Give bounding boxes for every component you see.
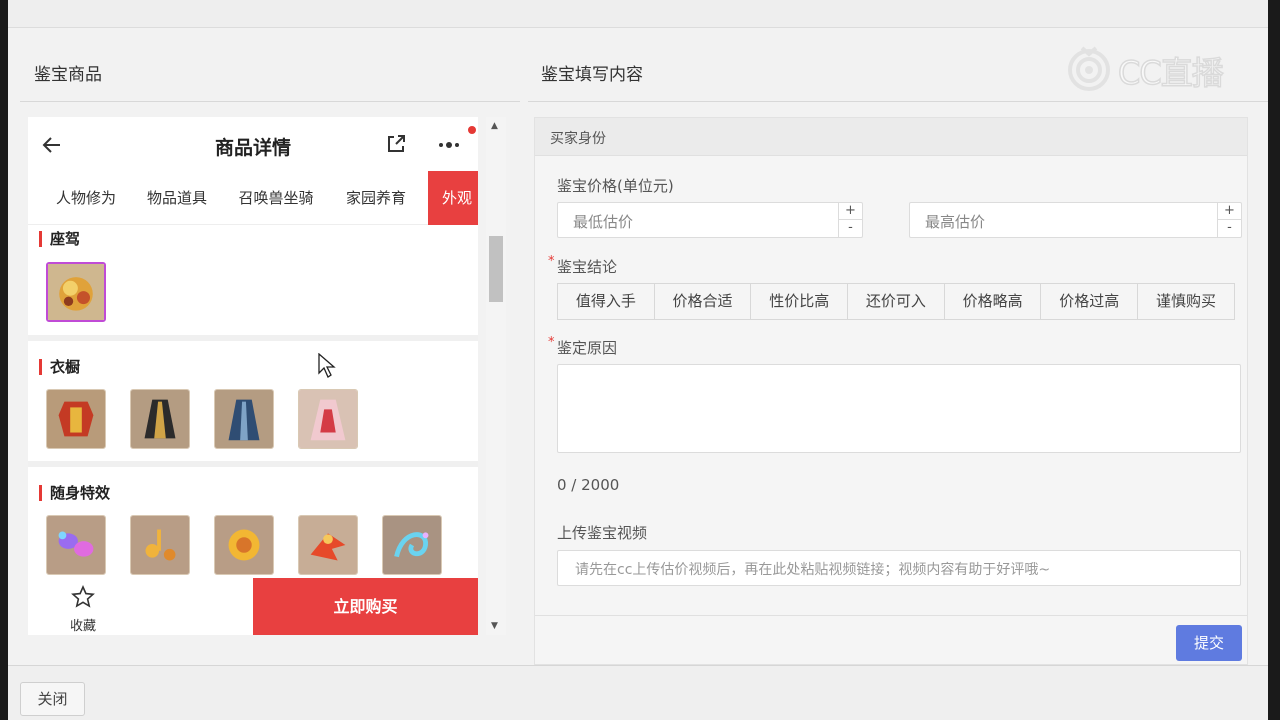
conclusion-options: 值得入手 价格合适 性价比高 还价可入 价格略高 价格过高 谨慎购买 — [557, 283, 1235, 320]
product-detail-preview: 商品详情 人物修为 物品道具 召唤兽坐骑 家园养育 外观 座驾 衣橱 随身特效 … — [28, 117, 478, 635]
buyer-identity-label: 买家身份 — [550, 131, 606, 147]
mouse-cursor-icon — [318, 352, 336, 379]
phone-page-title: 商品详情 — [214, 137, 291, 159]
reason-label: 鉴定原因 — [548, 335, 617, 358]
outfit-pink-dress-icon[interactable] — [298, 389, 358, 449]
effect-golden-flower-icon[interactable] — [214, 515, 274, 575]
phone-header: 商品详情 — [28, 117, 478, 171]
share-icon[interactable] — [385, 133, 407, 155]
outfit-red-armor-icon[interactable] — [46, 389, 106, 449]
tab-summons[interactable]: 召唤兽坐骑 — [228, 171, 324, 225]
conclusion-option-buy-cautiously[interactable]: 谨慎购买 — [1137, 283, 1235, 320]
section-title-mount: 座驾 — [39, 231, 80, 247]
reason-char-counter: 0 / 2000 — [557, 476, 620, 494]
min-price-placeholder: 最低估价 — [573, 213, 634, 231]
effect-blue-swirl-icon[interactable] — [382, 515, 442, 575]
conclusion-label: 鉴宝结论 — [548, 254, 617, 277]
video-link-placeholder: 请先在cc上传估价视频后，再在此处粘贴视频链接；视频内容有助于好评哦~ — [575, 562, 1051, 578]
max-price-input[interactable]: 最高估价 + - — [909, 202, 1242, 238]
section-title-wardrobe: 衣橱 — [39, 359, 80, 375]
conclusion-option-too-high[interactable]: 价格过高 — [1040, 283, 1139, 320]
price-label: 鉴宝价格(单位元) — [557, 177, 674, 195]
tab-appearance[interactable]: 外观 — [428, 171, 478, 225]
left-title-divider — [20, 101, 520, 102]
conclusion-option-worth-buying[interactable]: 值得入手 — [557, 283, 655, 320]
outfit-blue-robe-icon[interactable] — [214, 389, 274, 449]
left-panel-title: 鉴宝商品 — [34, 65, 102, 85]
right-title-divider — [528, 101, 1268, 102]
watermark-text: CC直播 — [1117, 53, 1224, 93]
reason-textarea[interactable] — [557, 364, 1241, 453]
conclusion-option-buy-after-bargain[interactable]: 还价可入 — [847, 283, 945, 320]
scroll-down-arrow-icon[interactable]: ▼ — [491, 621, 498, 631]
buy-now-button[interactable]: 立即购买 — [253, 578, 478, 635]
tab-character[interactable]: 人物修为 — [46, 171, 126, 225]
min-price-input[interactable]: 最低估价 + - — [557, 202, 863, 238]
more-options-icon[interactable] — [437, 135, 465, 155]
submit-button[interactable]: 提交 — [1176, 625, 1242, 661]
form-divider — [535, 615, 1247, 616]
tab-homestead[interactable]: 家园养育 — [334, 171, 418, 225]
preview-scrollbar[interactable]: ▲ ▼ — [486, 117, 506, 635]
outfit-black-gold-robe-icon[interactable] — [130, 389, 190, 449]
min-price-decrement-button[interactable]: - — [839, 220, 862, 237]
favorite-label: 收藏 — [69, 619, 96, 634]
max-price-placeholder: 最高估价 — [925, 213, 986, 231]
conclusion-option-fair-price[interactable]: 价格合适 — [653, 283, 752, 320]
video-link-input[interactable]: 请先在cc上传估价视频后，再在此处粘贴视频链接；视频内容有助于好评哦~ — [557, 550, 1241, 586]
effect-music-notes-icon[interactable] — [130, 515, 190, 575]
conclusion-option-good-value[interactable]: 性价比高 — [750, 283, 849, 320]
conclusion-option-slightly-high[interactable]: 价格略高 — [943, 283, 1042, 320]
notification-dot — [468, 126, 476, 134]
cc-watermark: CC直播 — [1064, 44, 1234, 93]
effect-fire-bird-icon[interactable] — [298, 515, 358, 575]
right-panel-title: 鉴宝填写内容 — [541, 65, 643, 85]
video-label: 上传鉴宝视频 — [557, 524, 648, 542]
category-tabs: 人物修为 物品道具 召唤兽坐骑 家园养育 外观 — [28, 171, 478, 225]
appearance-content: 座驾 衣橱 随身特效 — [28, 225, 478, 578]
close-button[interactable]: 关闭 — [20, 682, 85, 716]
max-price-decrement-button[interactable]: - — [1218, 220, 1241, 237]
effect-butterfly-icon[interactable] — [46, 515, 106, 575]
buyer-identity-header: 买家身份 — [535, 118, 1247, 156]
favorite-button[interactable]: 收藏 — [66, 585, 100, 634]
max-price-increment-button[interactable]: + — [1218, 203, 1241, 220]
scroll-thumb[interactable] — [489, 236, 503, 302]
dialog-footer: 关闭 — [8, 665, 1268, 720]
mount-golden-lion-icon[interactable] — [46, 262, 106, 322]
star-icon — [66, 585, 100, 615]
top-strip — [8, 0, 1268, 28]
effects-section: 随身特效 — [28, 467, 478, 578]
min-price-increment-button[interactable]: + — [839, 203, 862, 220]
appraisal-form: 买家身份 鉴宝价格(单位元) 最低估价 + - 最高估价 + - 鉴宝结论 值得… — [534, 117, 1248, 665]
phone-footer: 收藏 立即购买 — [28, 578, 478, 635]
max-price-stepper: + - — [1217, 203, 1241, 237]
section-title-effects: 随身特效 — [39, 485, 110, 501]
min-price-stepper: + - — [838, 203, 862, 237]
mount-section: 座驾 — [28, 225, 478, 337]
wardrobe-section: 衣橱 — [28, 341, 478, 463]
scroll-up-arrow-icon[interactable]: ▲ — [491, 121, 498, 131]
tab-items[interactable]: 物品道具 — [136, 171, 218, 225]
cc-logo-icon — [1068, 46, 1110, 91]
